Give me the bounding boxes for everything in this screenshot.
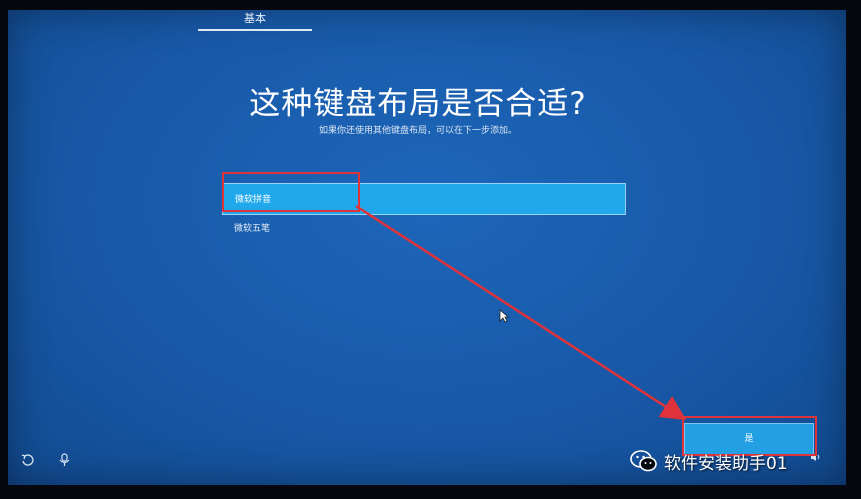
tab-active-indicator — [198, 29, 312, 31]
watermark: 软件安装助手01 — [630, 448, 788, 474]
ease-of-access-icon[interactable] — [58, 453, 72, 467]
tab-basics: 基本 — [244, 12, 266, 25]
volume-icon[interactable] — [810, 452, 822, 465]
keyboard-layout-list: 微软拼音 微软五笔 — [222, 183, 626, 239]
mouse-cursor-icon — [499, 308, 510, 327]
back-icon[interactable] — [20, 453, 34, 467]
layout-item-microsoft-pinyin[interactable]: 微软拼音 — [222, 183, 626, 215]
monitor-frame: 基本 这种键盘布局是否合适? 如果你还使用其他键盘布局，可以在下一步添加。 微软… — [0, 0, 861, 499]
layout-item-label: 微软五笔 — [234, 224, 271, 234]
oobe-screen: 基本 这种键盘布局是否合适? 如果你还使用其他键盘布局，可以在下一步添加。 微软… — [8, 10, 846, 485]
page-subtitle: 如果你还使用其他键盘布局，可以在下一步添加。 — [318, 126, 517, 136]
layout-item-label: 微软拼音 — [235, 195, 272, 205]
watermark-text: 软件安装助手01 — [664, 453, 788, 474]
wechat-logo-icon — [630, 450, 657, 472]
page-title: 这种键盘布局是否合适? — [249, 86, 587, 122]
layout-item-microsoft-wubi[interactable]: 微软五笔 — [222, 219, 626, 239]
